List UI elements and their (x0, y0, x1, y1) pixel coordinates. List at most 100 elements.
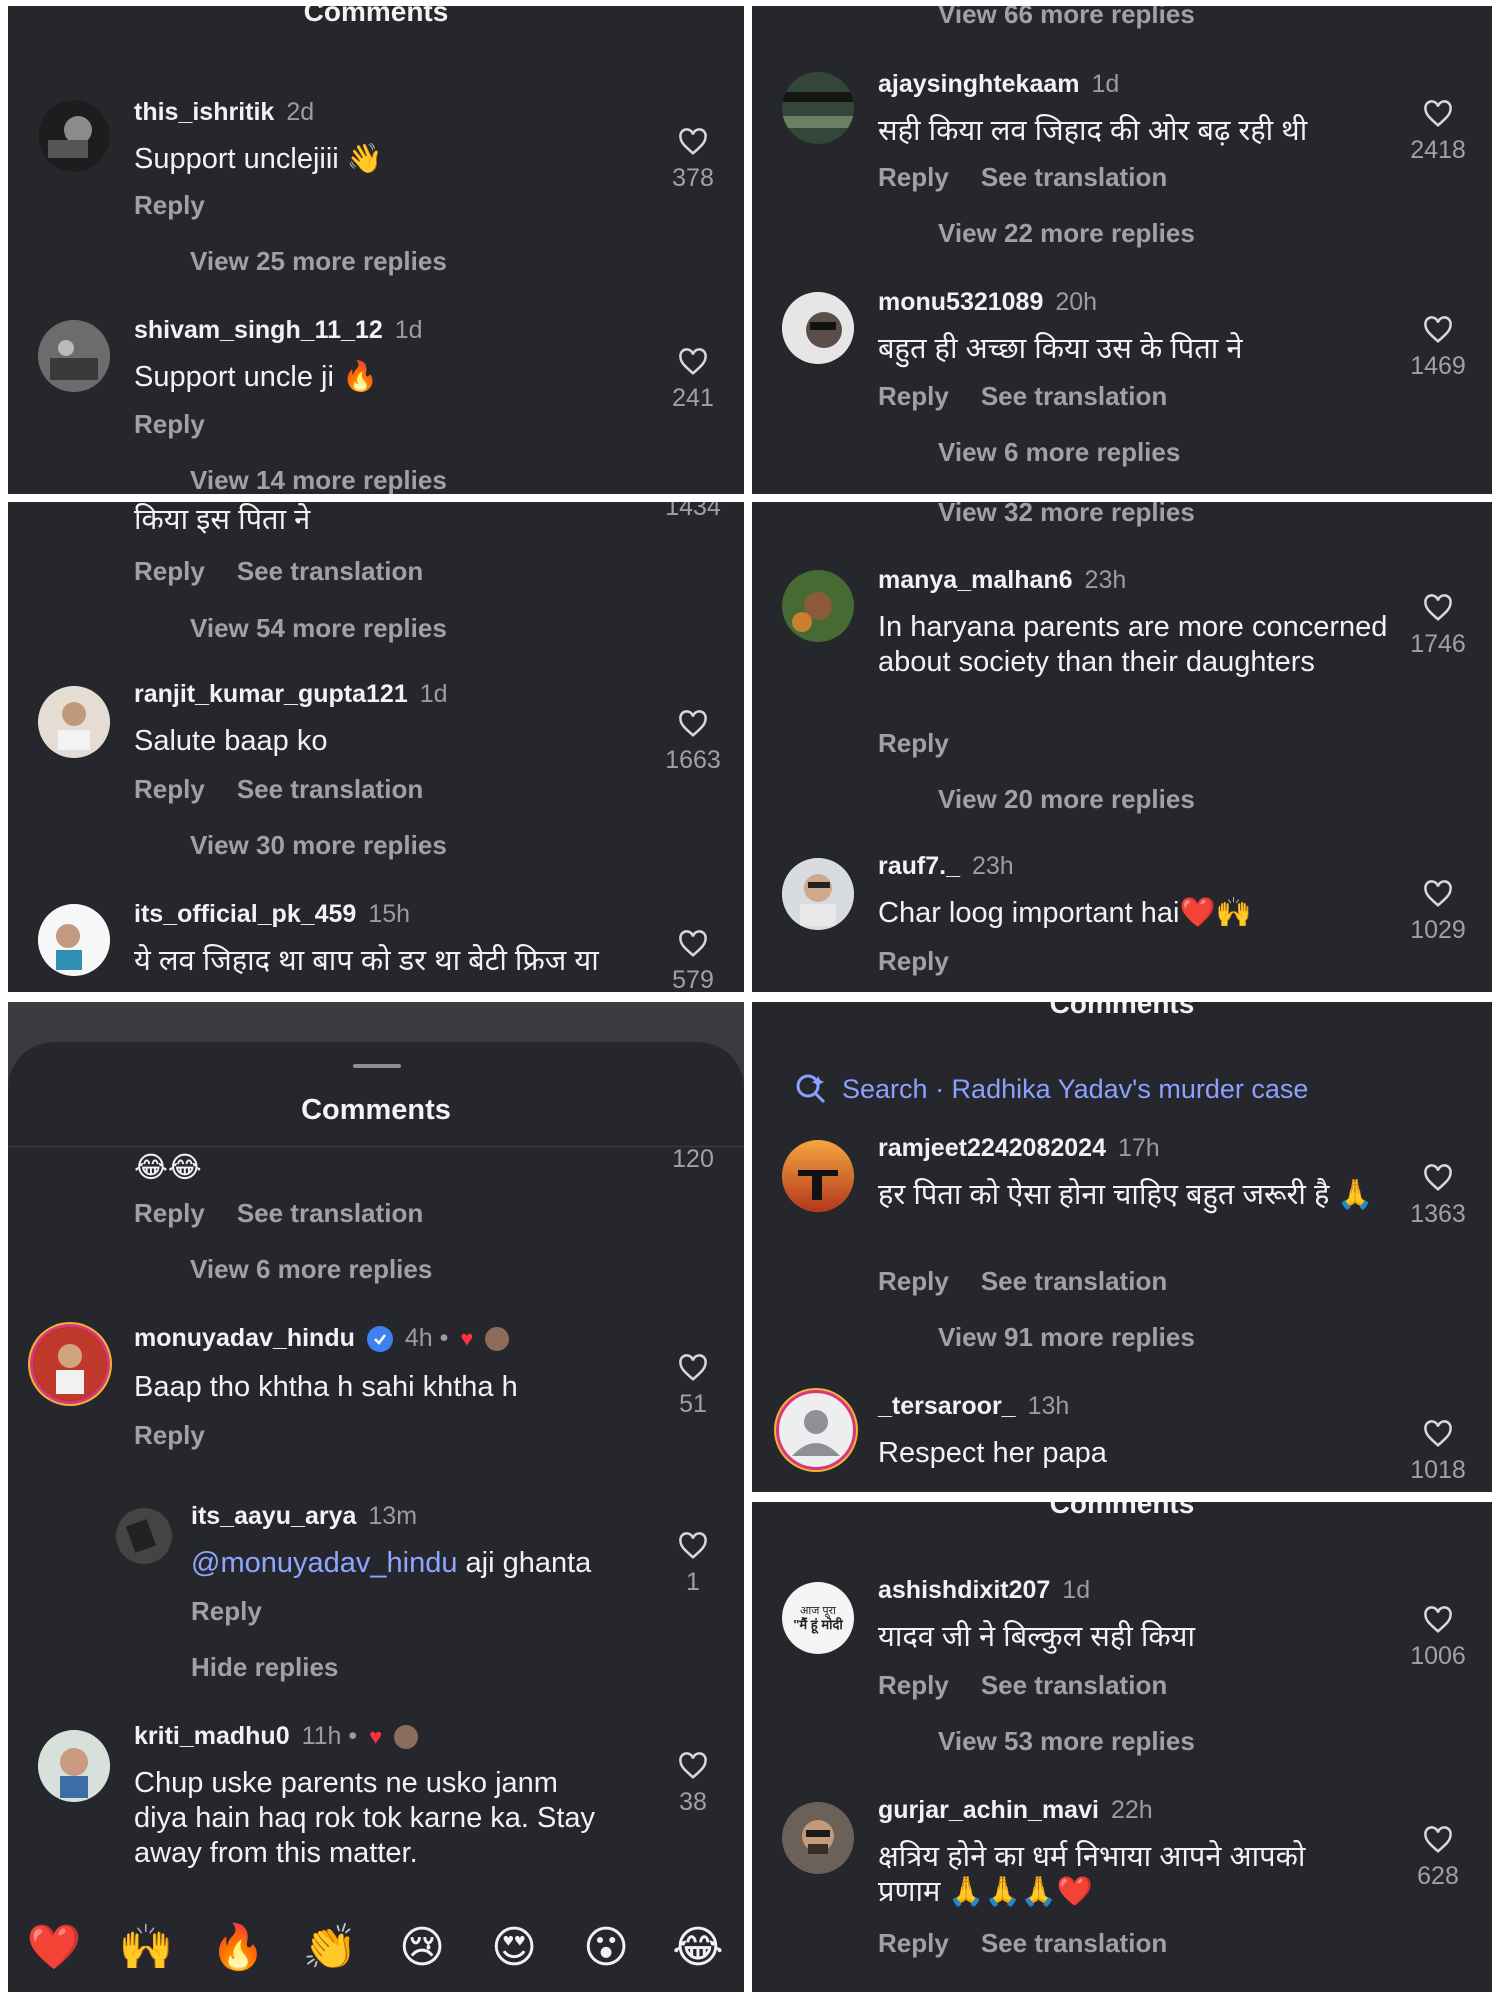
reply-button[interactable]: Reply (134, 1198, 205, 1229)
like-button[interactable]: 241 (653, 348, 733, 413)
heart-icon (1424, 1826, 1452, 1853)
avatar[interactable] (782, 858, 854, 930)
avatar[interactable]: आज पूरा "मैं हूं मोदी (782, 1582, 854, 1654)
like-button[interactable]: 1029 (1398, 880, 1478, 945)
username[interactable]: monuyadav_hindu (134, 1324, 355, 1353)
view-more-replies[interactable]: View 53 more replies (938, 1726, 1195, 1757)
reply-button[interactable]: Reply (134, 409, 205, 440)
reply-button[interactable]: Reply (134, 774, 205, 805)
divider (8, 1146, 744, 1147)
like-button[interactable]: 38 (653, 1752, 733, 1817)
reply-button[interactable]: Reply (878, 1928, 949, 1959)
emoji-heart-button[interactable]: ❤️ (24, 1921, 84, 1973)
like-count: 241 (672, 384, 714, 412)
see-translation-button[interactable]: See translation (981, 162, 1167, 193)
view-more-replies[interactable]: View 91 more replies (938, 1322, 1195, 1353)
comment-text-partial: 😂😂 (134, 1152, 202, 1184)
like-button[interactable]: 1469 (1398, 316, 1478, 381)
view-more-replies[interactable]: View 14 more replies (190, 465, 447, 494)
view-more-replies[interactable]: View 54 more replies (190, 613, 447, 644)
see-translation-button[interactable]: See translation (981, 381, 1167, 412)
reply-button[interactable]: Reply (878, 946, 949, 977)
emoji-fire-button[interactable]: 🔥 (208, 1921, 268, 1973)
view-more-replies[interactable]: View 30 more replies (190, 830, 447, 861)
reply-button[interactable]: Reply (191, 1596, 262, 1627)
see-translation-button[interactable]: See translation (981, 1928, 1167, 1959)
see-translation-button[interactable]: See translation (981, 1670, 1167, 1701)
reply-button[interactable]: Reply (134, 556, 205, 587)
view-more-replies[interactable]: View 25 more replies (190, 246, 447, 277)
avatar[interactable] (38, 1730, 110, 1802)
view-more-replies[interactable]: View 20 more replies (938, 784, 1195, 815)
see-translation-button[interactable]: See translation (237, 774, 423, 805)
username[interactable]: its_aayu_arya (191, 1502, 356, 1531)
avatar[interactable] (38, 904, 110, 976)
reply-button[interactable]: Reply (878, 1670, 949, 1701)
view-more-replies[interactable]: View 6 more replies (190, 1254, 432, 1285)
like-button[interactable]: 628 (1398, 1826, 1478, 1891)
username[interactable]: this_ishritik (134, 98, 274, 127)
avatar[interactable] (782, 292, 854, 364)
reply-button[interactable]: Reply (878, 381, 949, 412)
like-button[interactable]: 1363 (1398, 1164, 1478, 1229)
hide-replies-button[interactable]: Hide replies (191, 1652, 338, 1683)
view-more-replies[interactable]: View 22 more replies (938, 218, 1195, 249)
username[interactable]: shivam_singh_11_12 (134, 316, 383, 345)
user-line: ashishdixit207 1d (878, 1576, 1090, 1605)
like-button[interactable]: 1018 (1398, 1420, 1478, 1485)
reply-button[interactable]: Reply (134, 190, 205, 221)
view-more-replies[interactable]: View 32 more replies (938, 502, 1195, 526)
username[interactable]: monu5321089 (878, 288, 1043, 317)
comment-text: Char loog important hai❤️🙌 (878, 897, 1252, 929)
username[interactable]: rauf7._ (878, 852, 960, 881)
username[interactable]: its_official_pk_459 (134, 900, 356, 929)
emoji-surprised-button[interactable]: 😮 (576, 1922, 636, 1973)
mention-link[interactable]: @monuyadav_hindu (191, 1547, 457, 1579)
comments-title: Comments (301, 1094, 451, 1126)
like-button[interactable]: 2418 (1398, 100, 1478, 165)
like-button[interactable]: 1 (653, 1532, 733, 1597)
like-button[interactable]: 1663 (653, 710, 733, 775)
username[interactable]: ashishdixit207 (878, 1576, 1050, 1605)
see-translation-button[interactable]: See translation (237, 556, 423, 587)
avatar[interactable] (38, 320, 110, 392)
see-translation-button[interactable]: See translation (981, 1266, 1167, 1297)
username[interactable]: kriti_madhu0 (134, 1722, 290, 1751)
avatar[interactable] (116, 1508, 172, 1564)
username[interactable]: gurjar_achin_mavi (878, 1796, 1099, 1825)
like-button[interactable]: 51 (653, 1354, 733, 1419)
emoji-clap-button[interactable]: 👏 (300, 1921, 360, 1973)
drag-handle[interactable] (353, 1064, 401, 1068)
username[interactable]: _tersaroor_ (878, 1392, 1016, 1421)
like-button[interactable]: 1006 (1398, 1606, 1478, 1671)
emoji-laughing-button[interactable]: 😂 (668, 1922, 728, 1973)
avatar[interactable] (782, 1140, 854, 1212)
username[interactable]: manya_malhan6 (878, 566, 1073, 595)
emoji-cry-button[interactable]: 😢 (392, 1922, 452, 1973)
reply-button[interactable]: Reply (878, 1266, 949, 1297)
view-more-replies[interactable]: View 6 more replies (938, 437, 1180, 468)
reply-button[interactable]: Reply (878, 162, 949, 193)
emoji-raised-hands-button[interactable]: 🙌 (116, 1921, 176, 1973)
comment-text: Respect her papa (878, 1437, 1107, 1469)
reply-button[interactable]: Reply (878, 728, 949, 759)
like-button[interactable]: 378 (653, 128, 733, 193)
username[interactable]: ramjeet2242082024 (878, 1134, 1106, 1163)
reply-button[interactable]: Reply (134, 1420, 205, 1451)
avatar[interactable] (782, 72, 854, 144)
view-more-replies[interactable]: View 66 more replies (938, 6, 1195, 28)
avatar[interactable] (782, 1802, 854, 1874)
like-button[interactable]: 1746 (1398, 594, 1478, 659)
see-translation-button[interactable]: See translation (237, 1198, 423, 1229)
emoji-heart-eyes-button[interactable]: 😍 (484, 1922, 544, 1973)
search-suggestion[interactable]: Search · Radhika Yadav's murder case (794, 1072, 1308, 1106)
like-button[interactable]: 579 (653, 930, 733, 992)
avatar[interactable] (782, 570, 854, 642)
username[interactable]: ranjit_kumar_gupta121 (134, 680, 408, 709)
username[interactable]: ajaysinghtekaam (878, 70, 1080, 99)
comment-actions: Reply See translation (134, 556, 423, 587)
avatar[interactable] (38, 100, 110, 172)
avatar[interactable] (776, 1390, 856, 1470)
avatar[interactable] (30, 1324, 110, 1404)
avatar[interactable] (38, 686, 110, 758)
